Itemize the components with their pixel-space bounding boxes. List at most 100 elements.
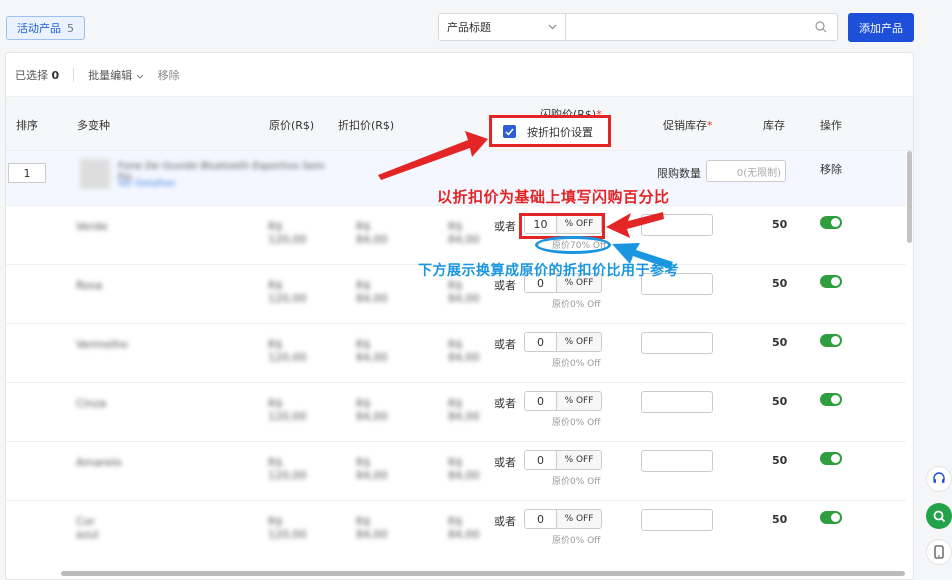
annotation-red-text: 以折扣价为基础上填写闪购百分比 bbox=[437, 188, 670, 206]
stock-value: 50 bbox=[772, 336, 788, 349]
flash-price-input[interactable] bbox=[416, 337, 436, 355]
or-label: 或者 bbox=[494, 397, 516, 410]
annotation-input-highlight bbox=[519, 213, 605, 239]
orig-price: R$ 120,00 bbox=[268, 338, 307, 364]
disc-price: R$ 84,00 bbox=[356, 515, 388, 541]
flash-price-input[interactable] bbox=[416, 514, 436, 532]
discount-percent-input[interactable]: 0 bbox=[524, 332, 557, 352]
table-header: 排序 多变种 原价(R$) 折扣价(R$) 促销库存* 库存 操作 bbox=[6, 97, 913, 151]
flash-price-input[interactable] bbox=[416, 219, 436, 237]
flash-price: R$ 84,00 bbox=[448, 220, 480, 246]
orig-price: R$ 120,00 bbox=[268, 515, 307, 541]
col-orig-price: 原价(R$) bbox=[269, 119, 315, 132]
stock-value: 50 bbox=[772, 513, 788, 526]
promo-stock-input[interactable] bbox=[641, 332, 713, 354]
tab-label: 活动产品 bbox=[17, 22, 61, 35]
mobile-button[interactable] bbox=[926, 539, 952, 565]
flash-price: R$ 84,00 bbox=[448, 338, 480, 364]
percent-off-suffix: % OFF bbox=[556, 332, 602, 352]
horizontal-scrollbar[interactable] bbox=[61, 571, 905, 576]
flash-price: R$ 84,00 bbox=[448, 515, 480, 541]
discount-setting-checkbox[interactable] bbox=[503, 125, 516, 138]
annotation-ref-highlight bbox=[535, 236, 611, 254]
enable-toggle[interactable] bbox=[820, 216, 842, 229]
product-table-panel: 已选择 0 批量编辑 移除 排序 多变种 原价(R$) 折扣价(R$) 促销库存… bbox=[5, 52, 914, 580]
add-product-button[interactable]: 添加产品 bbox=[848, 13, 914, 42]
stock-value: 50 bbox=[772, 277, 788, 290]
col-promo-stock-label: 促销库存 bbox=[663, 119, 707, 132]
tab-active-products[interactable]: 活动产品 5 bbox=[6, 16, 85, 40]
orig-price: R$ 120,00 bbox=[268, 220, 307, 246]
flash-price: R$ 84,00 bbox=[448, 279, 480, 305]
remove-product-link[interactable]: 移除 bbox=[820, 161, 842, 177]
search-input[interactable] bbox=[566, 13, 838, 41]
search-field-value: 产品标题 bbox=[447, 21, 491, 34]
col-action: 操作 bbox=[820, 119, 842, 132]
percent-off-suffix: % OFF bbox=[556, 509, 602, 529]
divider bbox=[73, 67, 75, 82]
variant-name: Cor azul bbox=[76, 515, 99, 541]
search-icon bbox=[933, 510, 945, 522]
selected-number: 0 bbox=[51, 68, 60, 82]
enable-toggle[interactable] bbox=[820, 393, 842, 406]
disc-price: R$ 84,00 bbox=[356, 338, 388, 364]
product-link[interactable]: Ver Detalhes bbox=[118, 179, 188, 189]
col-disc-price: 折扣价(R$) bbox=[338, 119, 395, 132]
vertical-scrollbar[interactable] bbox=[907, 151, 912, 243]
flash-price-input[interactable] bbox=[416, 278, 436, 296]
bulk-edit-label: 批量编辑 bbox=[88, 68, 133, 82]
enable-toggle[interactable] bbox=[820, 511, 842, 524]
bulk-toolbar: 已选择 0 批量编辑 移除 bbox=[6, 53, 913, 97]
customer-service-button[interactable] bbox=[926, 466, 952, 492]
search-float-button[interactable] bbox=[926, 503, 952, 529]
search-bar: 产品标题 bbox=[438, 13, 838, 41]
discount-percent-input[interactable]: 0 bbox=[524, 450, 557, 470]
stock-value: 50 bbox=[772, 395, 788, 408]
variant-name: Vermelho bbox=[76, 338, 129, 351]
search-icon[interactable] bbox=[815, 21, 827, 33]
orig-price: R$ 120,00 bbox=[268, 397, 307, 423]
flash-price-input[interactable] bbox=[416, 396, 436, 414]
discount-percent-input[interactable]: 0 bbox=[524, 391, 557, 411]
variant-name: Cinza bbox=[76, 397, 107, 410]
sort-input[interactable]: 1 bbox=[8, 163, 46, 183]
percent-off-suffix: % OFF bbox=[556, 450, 602, 470]
enable-toggle[interactable] bbox=[820, 334, 842, 347]
orig-price: R$ 120,00 bbox=[268, 279, 307, 305]
check-icon bbox=[505, 128, 514, 136]
flash-price-input[interactable] bbox=[416, 455, 436, 473]
selected-label: 已选择 bbox=[15, 68, 48, 82]
chevron-down-icon bbox=[548, 24, 557, 30]
disc-price: R$ 84,00 bbox=[356, 220, 388, 246]
enable-toggle[interactable] bbox=[820, 275, 842, 288]
enable-toggle[interactable] bbox=[820, 452, 842, 465]
orig-price: R$ 120,00 bbox=[268, 456, 307, 482]
col-promo-stock: 促销库存* bbox=[663, 119, 713, 132]
promo-stock-input[interactable] bbox=[641, 391, 713, 413]
variant-name: Verde bbox=[76, 220, 108, 233]
search-field-select[interactable]: 产品标题 bbox=[438, 13, 566, 41]
remove-button[interactable]: 移除 bbox=[158, 67, 180, 83]
table-row: Amarelo R$ 120,00 R$ 84,00 R$ 84,00 或者 0% OFF… bbox=[6, 441, 906, 500]
promo-stock-input[interactable] bbox=[641, 509, 713, 531]
stock-value: 50 bbox=[772, 454, 788, 467]
col-stock: 库存 bbox=[763, 119, 785, 132]
promo-stock-input[interactable] bbox=[641, 214, 713, 236]
or-label: 或者 bbox=[494, 220, 516, 233]
headset-icon bbox=[933, 472, 945, 483]
table-row: Vermelho R$ 120,00 R$ 84,00 R$ 84,00 或者 0% OF… bbox=[6, 323, 906, 382]
table-row: Cor azul R$ 120,00 R$ 84,00 R$ 84,00 或者 0% OF… bbox=[6, 500, 906, 559]
percent-off-suffix: % OFF bbox=[556, 391, 602, 411]
orig-discount-ref: 原价0% Off bbox=[552, 300, 601, 310]
table-row: Cinza R$ 120,00 R$ 84,00 R$ 84,00 或者 0% OFF 原价… bbox=[6, 382, 906, 441]
variant-name: Amarelo bbox=[76, 456, 122, 469]
purchase-limit-input[interactable]: 0(无限制) bbox=[706, 160, 786, 182]
bulk-edit-dropdown[interactable]: 批量编辑 bbox=[88, 67, 144, 83]
discount-percent-input[interactable]: 0 bbox=[524, 509, 557, 529]
mobile-icon bbox=[934, 545, 944, 559]
chevron-down-icon bbox=[136, 74, 144, 79]
annotation-blue-text: 下方展示换算成原价的折扣价比用于参考 bbox=[418, 263, 679, 279]
orig-discount-ref: 原价0% Off bbox=[552, 418, 601, 428]
or-label: 或者 bbox=[494, 338, 516, 351]
promo-stock-input[interactable] bbox=[641, 450, 713, 472]
